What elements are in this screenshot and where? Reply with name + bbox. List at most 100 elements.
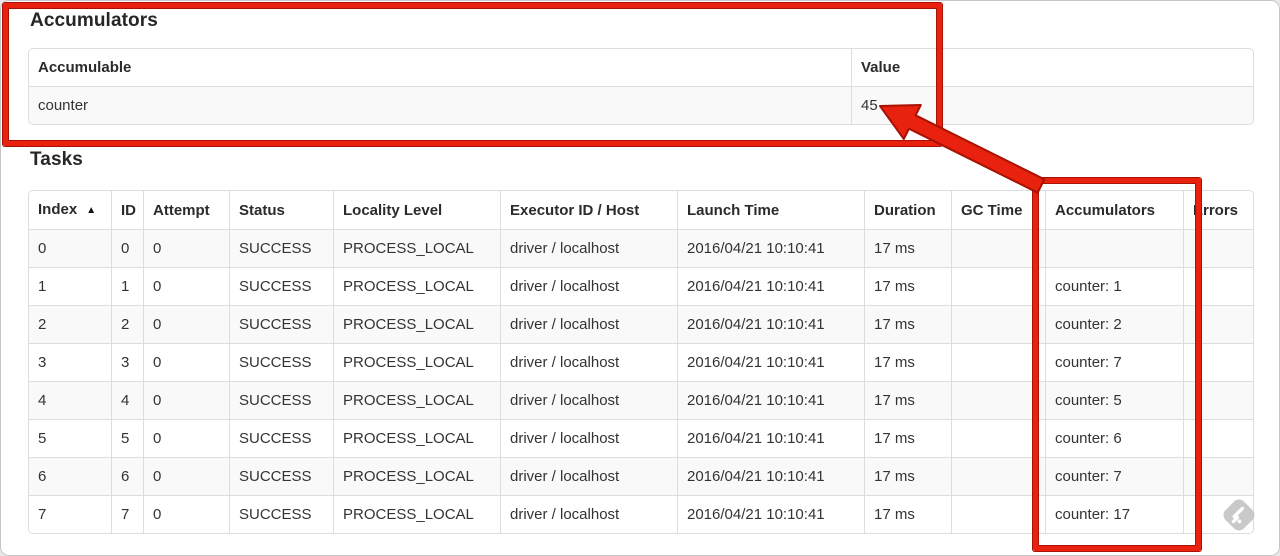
- table-cell: [951, 381, 1045, 419]
- table-cell: 17 ms: [864, 457, 951, 495]
- table-cell: PROCESS_LOCAL: [333, 343, 500, 381]
- table-cell: PROCESS_LOCAL: [333, 381, 500, 419]
- table-cell: counter: 7: [1045, 343, 1183, 381]
- table-cell: 0: [143, 457, 229, 495]
- table-cell: driver / localhost: [500, 267, 677, 305]
- table-cell: counter: 6: [1045, 419, 1183, 457]
- table-cell: 0: [143, 495, 229, 533]
- table-cell: 17 ms: [864, 305, 951, 343]
- table-cell: 6: [29, 457, 111, 495]
- table-cell: 2: [111, 305, 143, 343]
- column-header-id[interactable]: ID: [111, 191, 143, 229]
- column-header-accumulable[interactable]: Accumulable: [29, 49, 851, 86]
- accumulators-table: Accumulable Value counter 45: [28, 48, 1254, 125]
- accumulators-section-heading: Accumulators: [30, 10, 158, 31]
- table-cell: 2016/04/21 10:10:41: [677, 305, 864, 343]
- table-row: 3 3 0 SUCCESS PROCESS_LOCAL driver / localhos…: [29, 343, 1253, 381]
- table-row: 1 1 0 SUCCESS PROCESS_LOCAL driver / localhos…: [29, 267, 1253, 305]
- table-cell: counter: 1: [1045, 267, 1183, 305]
- table-cell: [1183, 381, 1253, 419]
- table-cell: driver / localhost: [500, 495, 677, 533]
- table-cell: PROCESS_LOCAL: [333, 305, 500, 343]
- column-header-status[interactable]: Status: [229, 191, 333, 229]
- table-cell: 45: [851, 86, 1253, 124]
- table-cell: 17 ms: [864, 495, 951, 533]
- table-cell: 0: [143, 343, 229, 381]
- column-header-label: Errors: [1193, 201, 1239, 219]
- column-header-errors[interactable]: Errors: [1183, 191, 1253, 229]
- table-cell: [951, 229, 1045, 267]
- table-cell: SUCCESS: [229, 305, 333, 343]
- column-header-label: Attempt: [153, 201, 210, 219]
- table-cell: [1183, 419, 1253, 457]
- column-header-label: Index: [38, 201, 78, 218]
- table-cell: [1183, 305, 1253, 343]
- column-header-label: Launch Time: [687, 201, 780, 219]
- table-cell: [951, 267, 1045, 305]
- table-cell: [951, 495, 1045, 533]
- table-cell: 17 ms: [864, 229, 951, 267]
- table-cell: 17 ms: [864, 267, 951, 305]
- column-header-duration[interactable]: Duration: [864, 191, 951, 229]
- table-cell: 0: [29, 229, 111, 267]
- table-cell: 2016/04/21 10:10:41: [677, 229, 864, 267]
- table-cell: driver / localhost: [500, 305, 677, 343]
- column-header-index[interactable]: Index ▲: [29, 191, 111, 229]
- table-cell: PROCESS_LOCAL: [333, 495, 500, 533]
- column-header-gc-time[interactable]: GC Time: [951, 191, 1045, 229]
- table-row: 7 7 0 SUCCESS PROCESS_LOCAL driver / localhos…: [29, 495, 1253, 533]
- tasks-header-row: Index ▲ ID Attempt Status Locality Level Execu…: [29, 191, 1253, 229]
- table-cell: [1183, 343, 1253, 381]
- table-cell: 2016/04/21 10:10:41: [677, 495, 864, 533]
- table-cell: driver / localhost: [500, 419, 677, 457]
- table-cell: PROCESS_LOCAL: [333, 457, 500, 495]
- table-row: 5 5 0 SUCCESS PROCESS_LOCAL driver / localhos…: [29, 419, 1253, 457]
- table-cell: 2016/04/21 10:10:41: [677, 457, 864, 495]
- column-header-attempt[interactable]: Attempt: [143, 191, 229, 229]
- table-cell: 1: [29, 267, 111, 305]
- accumulators-table-element: Accumulable Value counter 45: [29, 49, 1253, 124]
- tasks-table: Index ▲ ID Attempt Status Locality Level Execu…: [28, 190, 1254, 534]
- column-header-label: Duration: [874, 201, 936, 219]
- column-header-accumulators[interactable]: Accumulators: [1045, 191, 1183, 229]
- table-cell: 2016/04/21 10:10:41: [677, 419, 864, 457]
- table-cell: [1183, 457, 1253, 495]
- table-cell: driver / localhost: [500, 343, 677, 381]
- table-cell: [951, 305, 1045, 343]
- table-cell: SUCCESS: [229, 267, 333, 305]
- table-cell: driver / localhost: [500, 381, 677, 419]
- column-header-executor-id-host[interactable]: Executor ID / Host: [500, 191, 677, 229]
- column-header-label: ID: [121, 201, 136, 219]
- table-cell: 0: [143, 305, 229, 343]
- column-header-launch-time[interactable]: Launch Time: [677, 191, 864, 229]
- table-row: 2 2 0 SUCCESS PROCESS_LOCAL driver / localhos…: [29, 305, 1253, 343]
- page: Accumulators Accumulable Value counter 45 …: [0, 0, 1280, 556]
- table-cell: 0: [143, 267, 229, 305]
- table-row: counter 45: [29, 86, 1253, 124]
- table-cell: 0: [111, 229, 143, 267]
- column-header-label: Status: [239, 201, 285, 219]
- table-row: 4 4 0 SUCCESS PROCESS_LOCAL driver / localhos…: [29, 381, 1253, 419]
- table-cell: SUCCESS: [229, 343, 333, 381]
- table-cell: PROCESS_LOCAL: [333, 229, 500, 267]
- table-cell: [1183, 267, 1253, 305]
- table-cell: PROCESS_LOCAL: [333, 419, 500, 457]
- table-cell: 1: [111, 267, 143, 305]
- table-cell: 6: [111, 457, 143, 495]
- table-cell: [951, 457, 1045, 495]
- tasks-section-heading: Tasks: [30, 149, 83, 170]
- table-cell: 3: [111, 343, 143, 381]
- column-header-locality-level[interactable]: Locality Level: [333, 191, 500, 229]
- table-cell: 2016/04/21 10:10:41: [677, 267, 864, 305]
- table-cell: 2016/04/21 10:10:41: [677, 381, 864, 419]
- column-header-label: Value: [861, 59, 901, 76]
- column-header-label: Locality Level: [343, 201, 443, 219]
- table-cell: [1045, 229, 1183, 267]
- table-row: 6 6 0 SUCCESS PROCESS_LOCAL driver / localhos…: [29, 457, 1253, 495]
- table-cell: SUCCESS: [229, 419, 333, 457]
- column-header-value[interactable]: Value: [851, 49, 1253, 86]
- table-cell: 5: [29, 419, 111, 457]
- table-cell: [1183, 495, 1253, 533]
- table-row: 0 0 0 SUCCESS PROCESS_LOCAL driver / localhos…: [29, 229, 1253, 267]
- table-cell: 7: [29, 495, 111, 533]
